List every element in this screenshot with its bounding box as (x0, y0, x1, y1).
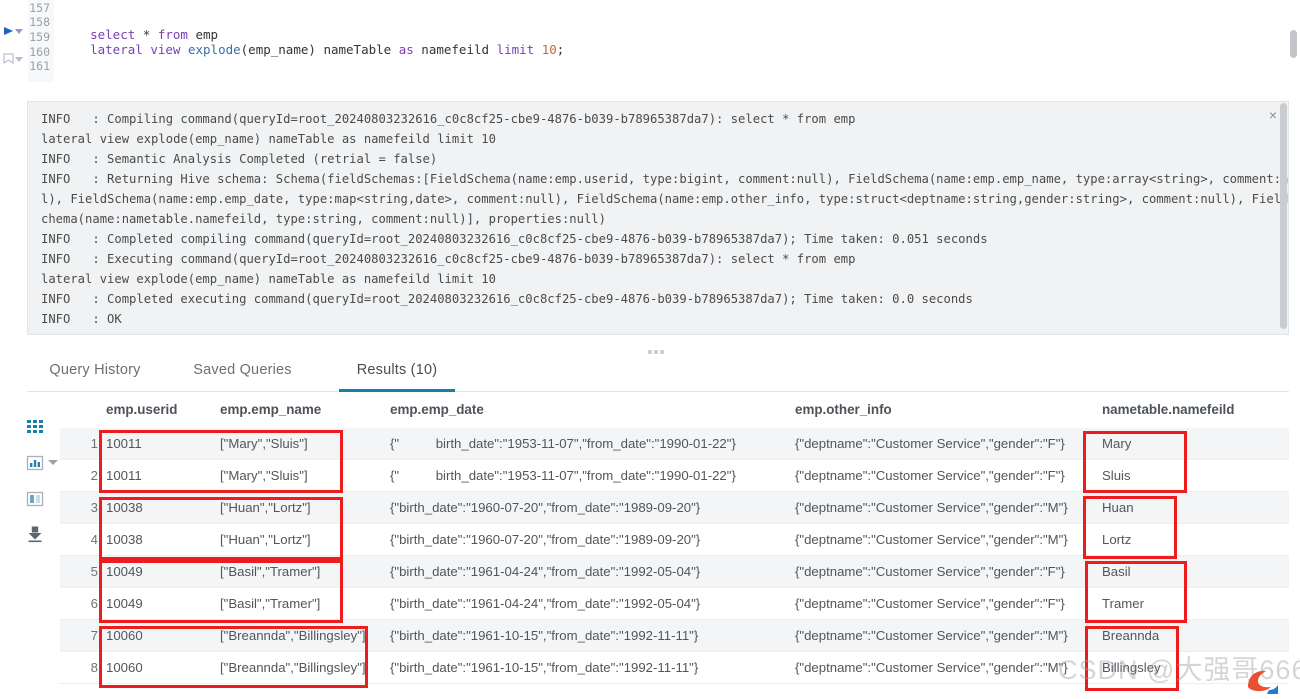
cell-emp-other-info: {"deptname":"Customer Service","gender":… (795, 436, 1065, 451)
results-tabbar: Query History Saved Queries Results (10) (27, 352, 1289, 392)
line-number: 158 (29, 15, 50, 29)
chevron-down-icon[interactable] (13, 25, 27, 39)
sql-keyword-as: as (398, 42, 414, 57)
cell-nametable-namefeild: Lortz (1102, 532, 1132, 547)
cell-emp-emp-date: {"birth_date":"1960-07-20","from_date":"… (390, 500, 701, 515)
cell-emp-emp-date: {"birth_date":"1960-07-20","from_date":"… (390, 532, 701, 547)
log-scrollbar[interactable] (1280, 103, 1287, 329)
editor-scrollbar[interactable] (1290, 30, 1297, 58)
line-number: 161 (29, 59, 50, 73)
cell-emp-other-info: {"deptname":"Customer Service","gender":… (795, 628, 1068, 643)
line-number: 160 (29, 45, 50, 59)
row-number: 3 (90, 500, 98, 515)
tab-results[interactable]: Results (10) (339, 352, 455, 392)
cell-emp-other-info: {"deptname":"Customer Service","gender":… (795, 564, 1065, 579)
row-number: 5 (90, 564, 98, 579)
column-header-emp-emp-name[interactable]: emp.emp_name (220, 402, 321, 417)
sql-keyword-limit: limit (496, 42, 535, 57)
cell-emp-emp-date: {"birth_date":"1961-10-15","from_date":"… (390, 628, 699, 643)
query-log-panel[interactable]: INFO : Compiling command(queryId=root_20… (27, 101, 1289, 335)
results-grid[interactable]: emp.userid emp.emp_name emp.emp_date emp… (60, 396, 1289, 691)
cell-emp-emp-date: {" birth_date":"1953-11-07","from_date":… (390, 468, 736, 483)
cell-emp-emp-date: {"birth_date":"1961-04-24","from_date":"… (390, 564, 701, 579)
column-header-nametable-namefeild[interactable]: nametable.namefeild (1102, 402, 1234, 417)
column-header-emp-other-info[interactable]: emp.other_info (795, 402, 892, 417)
cell-emp-userid: 10049 (106, 564, 143, 579)
table-row[interactable]: 1 10011 ["Mary","Sluis"] {" birth_date":… (60, 428, 1289, 460)
tab-query-history[interactable]: Query History (40, 352, 150, 392)
table-row[interactable]: 4 10038 ["Huan","Lortz"] {"birth_date":"… (60, 524, 1289, 556)
sql-editor[interactable]: 157 158 159 160 161 select * from emp la… (0, 0, 1300, 82)
line-number: 159 (29, 30, 50, 44)
table-row[interactable]: 3 10038 ["Huan","Lortz"] {"birth_date":"… (60, 492, 1289, 524)
sql-function-explode: explode (180, 42, 241, 57)
code-line-159[interactable]: lateral view explode(emp_name) nameTable… (60, 27, 564, 72)
line-number: 157 (29, 1, 50, 15)
cell-emp-emp-name: ["Mary","Sluis"] (220, 436, 308, 451)
cell-nametable-namefeild: Tramer (1102, 596, 1145, 611)
row-number: 4 (90, 532, 98, 547)
log-resize-handle[interactable] (648, 341, 670, 354)
cell-emp-userid: 10011 (106, 468, 142, 483)
columns-view-icon[interactable] (26, 490, 44, 508)
cell-emp-other-info: {"deptname":"Customer Service","gender":… (795, 660, 1068, 675)
chevron-down-icon[interactable] (48, 460, 58, 465)
row-number: 8 (90, 660, 98, 675)
cell-emp-emp-date: {" birth_date":"1953-11-07","from_date":… (390, 436, 736, 451)
cell-emp-emp-name: ["Huan","Lortz"] (220, 500, 311, 515)
cell-emp-other-info: {"deptname":"Customer Service","gender":… (795, 500, 1068, 515)
table-row[interactable]: 5 10049 ["Basil","Tramer"] {"birth_date"… (60, 556, 1289, 588)
cell-nametable-namefeild: Huan (1102, 500, 1134, 515)
cell-emp-userid: 10011 (106, 436, 142, 451)
column-header-emp-emp-date[interactable]: emp.emp_date (390, 402, 484, 417)
row-number: 7 (90, 628, 98, 643)
cell-emp-other-info: {"deptname":"Customer Service","gender":… (795, 596, 1065, 611)
cell-emp-emp-name: ["Mary","Sluis"] (220, 468, 308, 483)
tab-saved-queries[interactable]: Saved Queries (184, 352, 301, 392)
column-header-emp-userid[interactable]: emp.userid (106, 402, 177, 417)
download-icon[interactable] (26, 525, 44, 543)
row-number: 6 (90, 596, 98, 611)
results-grid-header: emp.userid emp.emp_name emp.emp_date emp… (60, 396, 1289, 428)
cell-emp-userid: 10049 (106, 596, 143, 611)
csdn-logo-icon (1245, 668, 1279, 694)
chart-view-icon[interactable] (26, 454, 44, 472)
cell-emp-userid: 10038 (106, 500, 143, 515)
sql-semicolon: ; (556, 42, 565, 57)
cell-nametable-namefeild: Basil (1102, 564, 1131, 579)
line-number-column: 157 158 159 160 161 (28, 0, 54, 82)
cell-emp-emp-name: ["Breannda","Billingsley"] (220, 660, 366, 675)
cell-emp-other-info: {"deptname":"Customer Service","gender":… (795, 468, 1065, 483)
cell-emp-emp-date: {"birth_date":"1961-04-24","from_date":"… (390, 596, 701, 611)
cell-emp-userid: 10060 (106, 628, 143, 643)
cell-emp-emp-name: ["Huan","Lortz"] (220, 532, 311, 547)
results-tool-rail (22, 418, 58, 548)
cell-nametable-namefeild: Mary (1102, 436, 1132, 451)
cell-emp-userid: 10038 (106, 532, 143, 547)
chevron-down-icon-2[interactable] (13, 53, 27, 67)
sql-keyword-lateral: lateral (90, 42, 143, 57)
cell-emp-emp-name: ["Breannda","Billingsley"] (220, 628, 366, 643)
cell-nametable-namefeild: Sluis (1102, 468, 1131, 483)
grid-view-icon[interactable] (26, 418, 44, 436)
close-icon[interactable]: × (1266, 108, 1280, 122)
cell-emp-emp-name: ["Basil","Tramer"] (220, 596, 321, 611)
sql-keyword-view: view (142, 42, 181, 57)
editor-gutter (0, 0, 28, 82)
cell-emp-emp-name: ["Basil","Tramer"] (220, 564, 321, 579)
table-row[interactable]: 2 10011 ["Mary","Sluis"] {" birth_date":… (60, 460, 1289, 492)
table-row[interactable]: 6 10049 ["Basil","Tramer"] {"birth_date"… (60, 588, 1289, 620)
cell-emp-emp-date: {"birth_date":"1961-10-15","from_date":"… (390, 660, 699, 675)
cell-emp-other-info: {"deptname":"Customer Service","gender":… (795, 532, 1068, 547)
editor-resize-handle[interactable] (648, 92, 670, 105)
row-number: 1 (90, 436, 98, 451)
sql-args: (emp_name) nameTable (240, 42, 399, 57)
sql-limit-value: 10 (534, 42, 557, 57)
sql-alias: namefeild (413, 42, 497, 57)
row-number: 2 (90, 468, 98, 483)
query-log-text: INFO : Compiling command(queryId=root_20… (41, 112, 1288, 326)
cell-emp-userid: 10060 (106, 660, 143, 675)
